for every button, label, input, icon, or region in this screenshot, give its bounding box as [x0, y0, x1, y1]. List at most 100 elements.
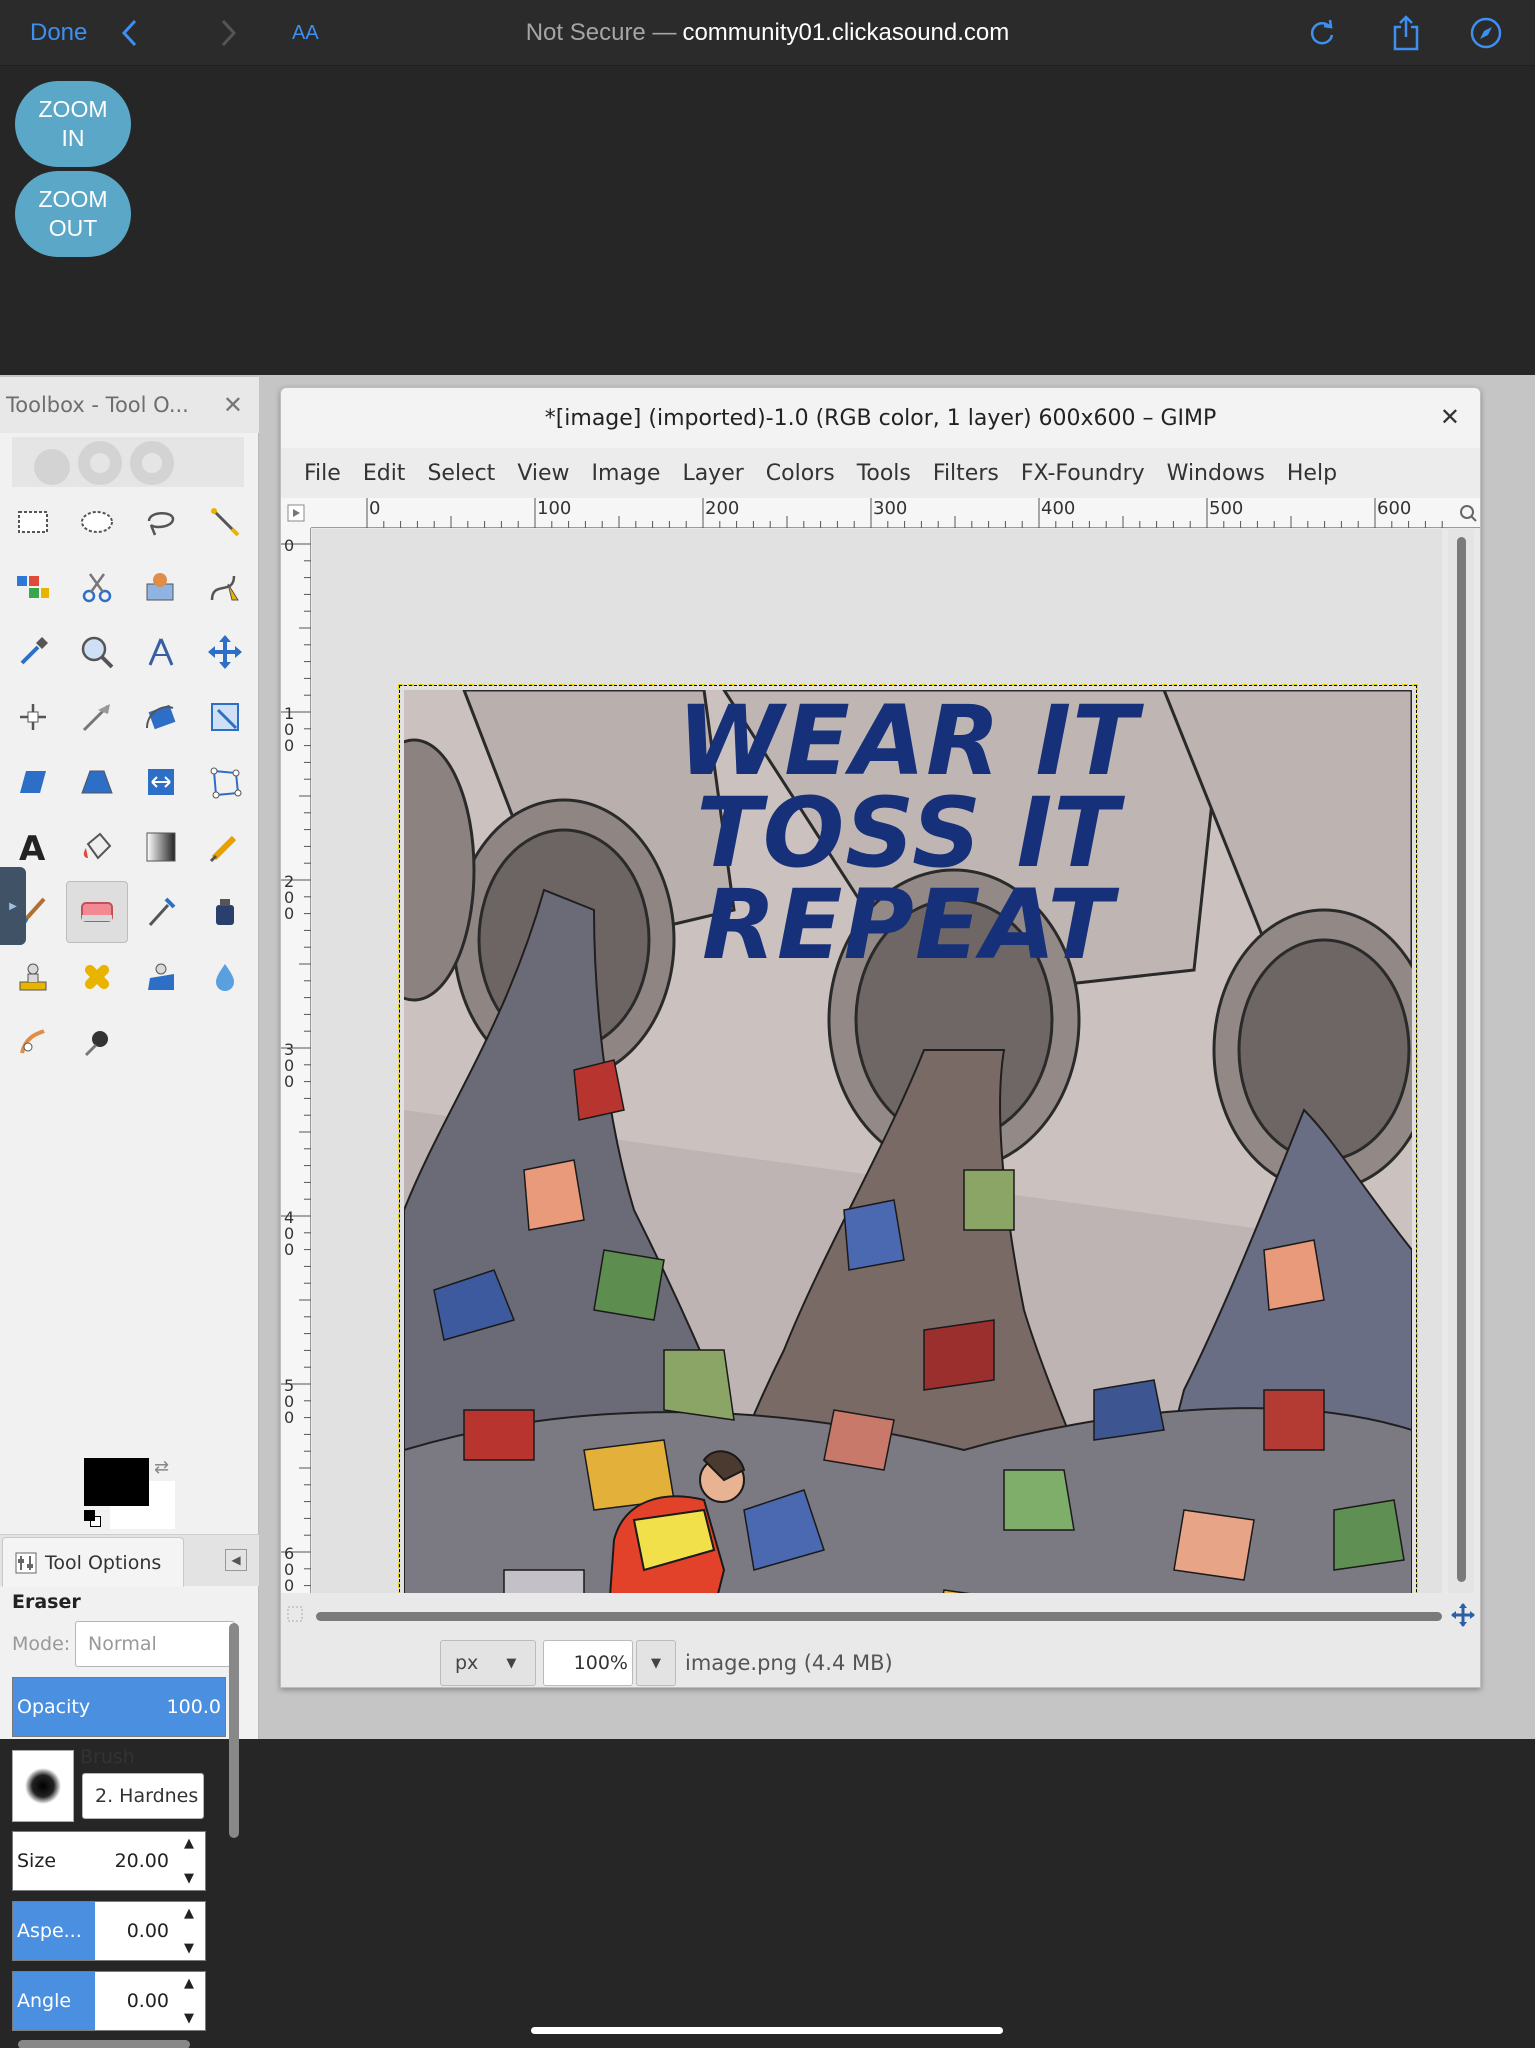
- home-indicator[interactable]: [531, 2027, 1003, 2034]
- menu-help[interactable]: Help: [1276, 461, 1348, 486]
- foreground-select-tool[interactable]: [132, 558, 190, 616]
- pencil-tool[interactable]: [196, 818, 254, 876]
- vertical-scroll-thumb[interactable]: [1457, 537, 1466, 1582]
- water-drop-icon: [216, 964, 234, 991]
- foreground-color-swatch[interactable]: [84, 1458, 149, 1506]
- menu-image[interactable]: Image: [581, 461, 672, 486]
- clone-tool[interactable]: [4, 948, 62, 1006]
- ellipse-select-icon: [81, 511, 113, 533]
- default-colors-icon[interactable]: [84, 1510, 102, 1528]
- gradient-tool[interactable]: [132, 818, 190, 876]
- zoom-dropdown-button[interactable]: ▼: [636, 1640, 676, 1686]
- reload-button[interactable]: [1308, 0, 1336, 66]
- size-stepper[interactable]: ▲ ▼: [177, 1836, 201, 1886]
- tab-tool-options[interactable]: Tool Options: [2, 1537, 184, 1587]
- heal-tool[interactable]: [68, 948, 126, 1006]
- menu-layer[interactable]: Layer: [671, 461, 754, 486]
- align-tool[interactable]: [4, 688, 62, 746]
- cage-transform-tool[interactable]: [196, 753, 254, 811]
- flip-tool[interactable]: [132, 753, 190, 811]
- rect-select-tool[interactable]: [4, 493, 62, 551]
- close-icon[interactable]: ✕: [1440, 403, 1460, 431]
- scale-tool[interactable]: [196, 688, 254, 746]
- url-security-label: Not Secure —: [525, 19, 677, 46]
- vertical-ruler[interactable]: 0 100 200 300 400 500 600: [281, 528, 311, 1594]
- menu-windows[interactable]: Windows: [1156, 461, 1276, 486]
- menu-filters[interactable]: Filters: [922, 461, 1010, 486]
- menu-colors[interactable]: Colors: [755, 461, 846, 486]
- horizontal-ruler[interactable]: 0 100 200 300 400 500 600: [311, 498, 1480, 528]
- menu-select[interactable]: Select: [416, 461, 506, 486]
- blur-tool[interactable]: [196, 948, 254, 1006]
- dodge-burn-tool[interactable]: [68, 1013, 126, 1071]
- brush-preview[interactable]: [12, 1750, 74, 1822]
- paths-icon: [210, 575, 239, 601]
- menu-tools[interactable]: Tools: [846, 461, 922, 486]
- size-slider[interactable]: Size 20.00 ▲ ▼: [12, 1831, 206, 1891]
- measure-tool[interactable]: [132, 623, 190, 681]
- address-bar[interactable]: Not Secure — community01.clickasound.com: [0, 0, 1535, 66]
- angle-slider[interactable]: Angle 0.00 ▲ ▼: [12, 1971, 206, 2031]
- eraser-tool[interactable]: [66, 881, 128, 943]
- menu-edit[interactable]: Edit: [352, 461, 417, 486]
- perspective-clone-tool[interactable]: [132, 948, 190, 1006]
- quick-mask-toggle[interactable]: [281, 498, 311, 528]
- rotate-tool[interactable]: [132, 688, 190, 746]
- zoom-out-button[interactable]: ZOOM OUT: [15, 171, 131, 257]
- ruler-label-v-100: 100: [284, 704, 295, 755]
- dock-tabbar: Tool Options ◀: [0, 1534, 259, 1587]
- aspect-stepper[interactable]: ▲ ▼: [177, 1906, 201, 1956]
- brush-name-field[interactable]: 2. Hardnes: [82, 1773, 204, 1819]
- options-vscrollbar[interactable]: [229, 1623, 239, 1838]
- fuzzy-select-tool[interactable]: [196, 493, 254, 551]
- share-button[interactable]: [1391, 0, 1421, 66]
- smudge-tool[interactable]: [4, 1013, 62, 1071]
- panel-handle[interactable]: ▶: [0, 867, 26, 945]
- color-picker-tool[interactable]: [4, 623, 62, 681]
- shear-icon: [20, 771, 46, 793]
- ink-tool[interactable]: [196, 883, 254, 941]
- zoom-tool[interactable]: [68, 623, 126, 681]
- menu-fx-foundry[interactable]: FX-Foundry: [1010, 461, 1156, 486]
- poster-image: WEAR IT TOSS IT REPEAT: [352, 688, 1436, 1593]
- paths-tool[interactable]: [196, 558, 254, 616]
- ruler-label-h-600: 600: [1377, 498, 1412, 519]
- free-select-tool[interactable]: [132, 493, 190, 551]
- tool-name: Eraser: [12, 1591, 81, 1613]
- menu-file[interactable]: File: [293, 461, 352, 486]
- zoom-in-button[interactable]: ZOOM IN: [15, 81, 131, 167]
- vertical-scrollbar[interactable]: [1448, 529, 1474, 1593]
- zoom-lock-icon[interactable]: [285, 1604, 305, 1624]
- mode-dropdown[interactable]: Normal: [75, 1621, 235, 1667]
- compass-button[interactable]: [1469, 0, 1503, 66]
- opacity-slider[interactable]: Opacity 100.0: [12, 1677, 226, 1737]
- zoom-field[interactable]: 100%: [543, 1640, 633, 1686]
- navigate-corner-icon[interactable]: [1451, 1603, 1475, 1627]
- menu-view[interactable]: View: [506, 461, 580, 486]
- bucket-fill-tool[interactable]: [68, 818, 126, 876]
- panel-menu-icon[interactable]: ◀: [225, 1549, 247, 1571]
- perspective-tool[interactable]: [68, 753, 126, 811]
- options-hscrollbar[interactable]: [18, 2040, 190, 2048]
- chevron-down-icon: ▼: [506, 1655, 517, 1671]
- unit-dropdown[interactable]: px ▼: [440, 1640, 536, 1686]
- scissors-select-tool[interactable]: [68, 558, 126, 616]
- aspect-slider[interactable]: Aspe... 0.00 ▲ ▼: [12, 1901, 206, 1961]
- crop-tool[interactable]: [68, 688, 126, 746]
- angle-stepper[interactable]: ▲ ▼: [177, 1976, 201, 2026]
- ruler-label-h-100: 100: [537, 498, 572, 519]
- canvas-area[interactable]: WEAR IT TOSS IT REPEAT: [312, 529, 1442, 1593]
- menubar: File Edit Select View Image Layer Colors…: [281, 448, 1480, 498]
- navigate-icon[interactable]: [1458, 503, 1478, 523]
- airbrush-tool[interactable]: [132, 883, 190, 941]
- perspective-stamp-icon: [148, 963, 174, 990]
- ellipse-select-tool[interactable]: [68, 493, 126, 551]
- shear-tool[interactable]: [4, 753, 62, 811]
- move-tool[interactable]: [196, 623, 254, 681]
- horizontal-scroll-thumb[interactable]: [316, 1612, 1442, 1621]
- swap-colors-icon[interactable]: ⇄: [154, 1457, 169, 1478]
- select-by-color-tool[interactable]: [4, 558, 62, 616]
- horizontal-scrollbar[interactable]: [312, 1606, 1442, 1626]
- close-icon[interactable]: ✕: [223, 391, 243, 419]
- stamp-icon: [19, 963, 47, 991]
